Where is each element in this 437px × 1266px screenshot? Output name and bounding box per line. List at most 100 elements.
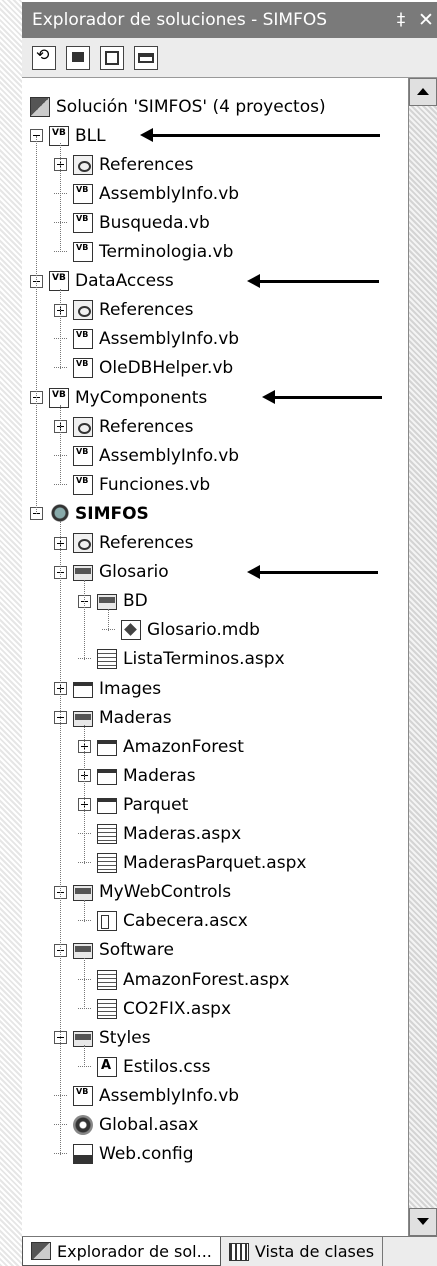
tree-item-label: Parquet — [123, 794, 189, 815]
tree-item-label: BLL — [75, 125, 106, 146]
tree-item[interactable]: AmazonForest — [78, 732, 244, 761]
scroll-up-icon[interactable] — [409, 78, 437, 106]
tree-item[interactable]: SIMFOS — [30, 499, 149, 528]
window-title-bar[interactable]: Explorador de soluciones - SIMFOS ‡ ✕ — [22, 2, 437, 38]
tree-item[interactable]: Maderas — [54, 703, 172, 732]
tree-item[interactable]: AmazonForest.aspx — [78, 965, 289, 994]
tree-item-label: Funciones.vb — [99, 474, 211, 495]
tree-item[interactable]: Terminologia.vb — [54, 238, 233, 267]
tree-item[interactable]: References — [54, 412, 193, 441]
tree-item-label: Maderas — [123, 765, 196, 786]
show-all-files-icon[interactable] — [66, 45, 90, 70]
tree-item-label: CO2FIX.aspx — [123, 998, 232, 1019]
tree-item[interactable]: Parquet — [78, 790, 188, 819]
vb-project-icon — [49, 387, 69, 408]
database-file-icon — [121, 620, 141, 641]
tree-item-label: MyWebControls — [99, 882, 232, 903]
vb-file-icon — [73, 212, 93, 233]
annotation-arrow — [262, 390, 382, 404]
scroll-down-icon[interactable] — [409, 1208, 437, 1236]
tree-item-label: Busqueda.vb — [99, 212, 210, 233]
tree-item[interactable]: Maderas — [78, 761, 196, 790]
tree-item-label: References — [99, 154, 194, 175]
tree-item[interactable]: Styles — [54, 1023, 151, 1052]
pin-icon[interactable]: ‡ — [387, 10, 415, 30]
tree-item[interactable]: Web.config — [54, 1140, 194, 1169]
tree-item[interactable]: Busqueda.vb — [54, 208, 210, 237]
tree-item[interactable]: BLL — [30, 121, 106, 150]
tab-solution-explorer[interactable]: Explorador de sol... — [22, 1237, 221, 1266]
tab-class-view[interactable]: Vista de clases — [221, 1237, 384, 1266]
web-project-icon — [49, 503, 69, 524]
annotation-arrow — [247, 273, 379, 288]
tree-item[interactable]: MaderasParquet.aspx — [78, 849, 306, 878]
close-icon[interactable]: ✕ — [415, 9, 437, 31]
tree-item[interactable]: OleDBHelper.vb — [54, 354, 233, 383]
tree-item[interactable]: References — [54, 529, 193, 558]
tree-guide-line — [60, 521, 61, 1155]
tree-item[interactable]: CO2FIX.aspx — [78, 994, 231, 1023]
asax-file-icon — [73, 1115, 93, 1135]
tree-item[interactable]: Global.asax — [54, 1111, 198, 1140]
tree-item[interactable]: AssemblyInfo.vb — [54, 179, 239, 208]
view-code-icon[interactable] — [134, 45, 158, 70]
tree-item-label: Software — [99, 940, 174, 961]
tree-guide-line — [36, 136, 37, 515]
tree-guide-line — [108, 608, 109, 631]
tree-item[interactable]: AssemblyInfo.vb — [54, 441, 239, 470]
tree-guide-line — [84, 725, 85, 864]
tree-item[interactable]: MyWebControls — [54, 878, 231, 907]
tree-item-label: References — [99, 416, 194, 437]
folder-closed-icon — [97, 797, 117, 814]
tree-item[interactable]: References — [54, 150, 193, 179]
tree-item-label: Terminologia.vb — [99, 242, 234, 262]
vb-file-icon — [73, 358, 93, 379]
tree-item-label: Global.asax — [99, 1115, 199, 1135]
tree-item-label: ListaTerminos.aspx — [123, 649, 285, 670]
folder-open-icon — [73, 710, 93, 727]
tree-item[interactable]: Glosario — [54, 558, 169, 587]
annotation-arrow — [140, 128, 380, 143]
solution-icon — [30, 96, 50, 117]
refresh-icon[interactable] — [32, 45, 56, 70]
tree-item-label: Images — [99, 678, 162, 699]
css-file-icon — [97, 1056, 117, 1077]
tree-item[interactable]: AssemblyInfo.vb — [54, 325, 239, 354]
folder-open-icon — [73, 943, 93, 960]
tree-guide-line — [84, 899, 85, 922]
tree-item-label: Solución 'SIMFOS' (4 proyectos) — [56, 96, 326, 117]
tree-item-label: AssemblyInfo.vb — [99, 329, 240, 350]
panel-tabs: Explorador de sol... Vista de clases — [22, 1236, 437, 1266]
tree-item-label: AssemblyInfo.vb — [99, 1085, 240, 1106]
tree-item[interactable]: Glosario.mdb — [102, 616, 260, 645]
tree-item[interactable]: Cabecera.ascx — [78, 907, 248, 936]
vb-project-icon — [49, 125, 69, 146]
tree-item[interactable]: Estilos.css — [78, 1052, 210, 1081]
tree-item[interactable]: Images — [54, 674, 161, 703]
vb-file-icon — [73, 445, 93, 466]
tree-item[interactable]: Software — [54, 936, 174, 965]
references-icon — [73, 533, 93, 553]
class-view-icon — [228, 1242, 249, 1261]
properties-icon[interactable] — [100, 45, 124, 70]
aspx-file-icon — [97, 969, 117, 990]
tree-item[interactable]: References — [54, 296, 193, 325]
tree-item[interactable]: Solución 'SIMFOS' (4 proyectos) — [30, 92, 326, 121]
tab-label: Explorador de sol... — [57, 1241, 212, 1261]
tree-item[interactable]: MyComponents — [30, 383, 207, 412]
vertical-scrollbar[interactable] — [409, 78, 437, 1236]
tree-item-label: MyComponents — [75, 387, 208, 408]
solution-tree: Solución 'SIMFOS' (4 proyectos) BLL Refere… — [22, 78, 409, 1236]
tree-item[interactable]: Maderas.aspx — [78, 820, 241, 849]
vb-file-icon — [73, 474, 93, 495]
tree-item[interactable]: DataAccess — [30, 267, 174, 296]
tree-item[interactable]: BD — [78, 587, 148, 616]
tree-item[interactable]: Funciones.vb — [54, 470, 210, 499]
tree-item-label: MaderasParquet.aspx — [123, 853, 307, 874]
folder-closed-icon — [97, 739, 117, 756]
vb-file-icon — [73, 329, 93, 350]
left-margin-pattern — [0, 0, 22, 1266]
folder-closed-icon — [73, 681, 93, 698]
tree-item[interactable]: ListaTerminos.aspx — [78, 645, 285, 674]
tree-item[interactable]: AssemblyInfo.vb — [54, 1081, 239, 1110]
